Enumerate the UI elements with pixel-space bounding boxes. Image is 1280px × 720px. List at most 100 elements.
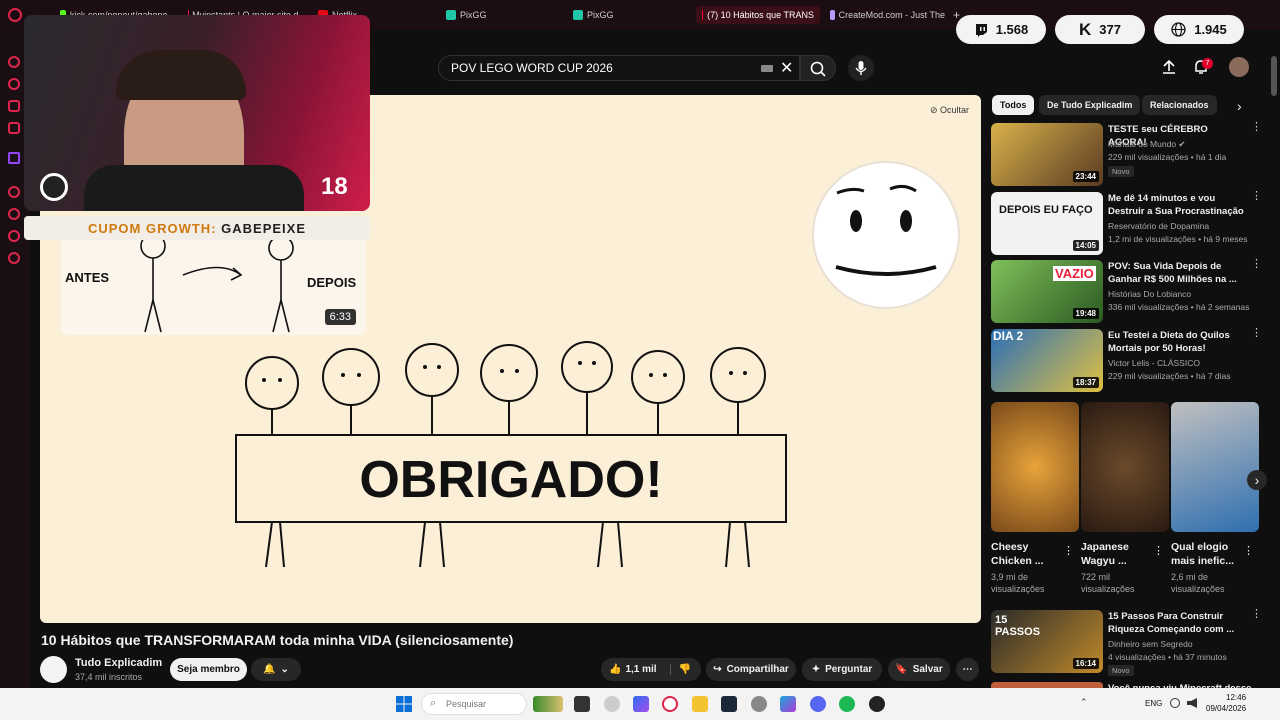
channel-avatar[interactable] bbox=[40, 656, 67, 683]
recommendation-item[interactable]: DEPOIS EU FAÇO 14:05 Me dê 14 minutos e v… bbox=[991, 191, 1262, 256]
task-view-icon[interactable] bbox=[574, 696, 590, 712]
recommendation-title: Eu Testei a Dieta do Quilos Mortais por … bbox=[1108, 330, 1230, 354]
like-button[interactable]: 👍 1,1 mil bbox=[609, 664, 657, 675]
tab-createmod[interactable]: CreateMod.com - Just The bbox=[830, 6, 945, 24]
microphone-icon bbox=[855, 61, 867, 75]
short-thumbnail[interactable] bbox=[991, 402, 1079, 532]
mini-before-label: ANTES bbox=[65, 270, 110, 285]
workspaces-icon[interactable] bbox=[8, 78, 20, 90]
more-vertical-icon[interactable]: ⋮ bbox=[1243, 544, 1254, 557]
system-clock[interactable]: 12:46 09/04/2026 bbox=[1206, 692, 1246, 714]
mini-player-thumbnail[interactable]: ANTES DEPOIS 6:33 bbox=[61, 240, 366, 335]
messenger-icon[interactable] bbox=[8, 100, 20, 112]
more-vertical-icon[interactable]: ⋮ bbox=[1063, 544, 1074, 557]
capcut-icon[interactable] bbox=[780, 696, 796, 712]
new-badge: Novo bbox=[1108, 665, 1134, 676]
upload-icon[interactable] bbox=[1160, 58, 1178, 76]
chips-next-icon[interactable]: › bbox=[1237, 98, 1242, 114]
aria-icon[interactable] bbox=[8, 56, 20, 68]
shorts-next-icon[interactable]: › bbox=[1247, 470, 1267, 490]
channel-name[interactable]: Tudo Explicadim bbox=[75, 657, 162, 669]
steam-icon[interactable] bbox=[721, 696, 737, 712]
globe-icon bbox=[1171, 22, 1186, 37]
clear-search-icon[interactable]: ✕ bbox=[780, 58, 793, 78]
streamer-hair bbox=[116, 50, 246, 100]
instagram-icon[interactable] bbox=[8, 122, 20, 134]
extensions-icon[interactable] bbox=[8, 230, 20, 242]
search-button[interactable] bbox=[800, 55, 836, 81]
chevron-down-icon: ⌄ bbox=[280, 664, 289, 675]
chip-related[interactable]: Relacionados bbox=[1142, 95, 1217, 115]
taskbar-search[interactable]: ⌕ Pesquisar bbox=[421, 693, 527, 715]
recommendation-channel: Manual do Mundo ✔ bbox=[1108, 139, 1186, 149]
obs-icon[interactable] bbox=[869, 696, 885, 712]
app-icon[interactable] bbox=[604, 696, 620, 712]
short-thumbnail[interactable] bbox=[1171, 402, 1259, 532]
discord-icon[interactable] bbox=[810, 696, 826, 712]
recommendation-channel: Victor Lelis - CLÁSSICO bbox=[1108, 358, 1200, 368]
more-vertical-icon[interactable]: ⋮ bbox=[1153, 544, 1164, 557]
more-vertical-icon[interactable]: ⋮ bbox=[1251, 259, 1262, 270]
tab-pixgg-2[interactable]: PixGG bbox=[573, 6, 633, 24]
youtube-icon bbox=[702, 10, 704, 20]
copilot-icon[interactable] bbox=[633, 696, 649, 712]
createmod-icon bbox=[830, 10, 835, 20]
like-dislike-group: 👍 1,1 mil 👎 bbox=[601, 658, 701, 681]
video-thumbnail: VAZIO 19:48 bbox=[991, 260, 1103, 323]
recommendation-item[interactable]: 23:44 TESTE seu CÉREBRO AGORA! Manual do… bbox=[991, 122, 1262, 187]
app-icon[interactable] bbox=[751, 696, 767, 712]
more-vertical-icon[interactable]: ⋮ bbox=[1251, 609, 1262, 620]
more-actions-button[interactable]: ⋯ bbox=[956, 658, 979, 681]
more-vertical-icon[interactable]: ⋮ bbox=[1251, 328, 1262, 339]
join-button[interactable]: Seja membro bbox=[170, 658, 247, 681]
page-scrollbar[interactable] bbox=[1271, 56, 1277, 96]
tab-youtube-active[interactable]: (7) 10 Hábitos que TRANS bbox=[696, 6, 820, 24]
recommendation-title: POV: Sua Vida Depois de Ganhar R$ 500 Mi… bbox=[1108, 261, 1237, 285]
subscribe-bell-dropdown[interactable]: 🔔 ⌄ bbox=[251, 658, 301, 681]
bell-icon: 🔔 bbox=[263, 664, 276, 675]
tab-pixgg-1[interactable]: PixGG bbox=[446, 6, 506, 24]
banner-text: OBRIGADO! bbox=[359, 451, 662, 509]
ask-button[interactable]: ✦ Perguntar bbox=[802, 658, 882, 681]
thumbs-up-icon: 👍 bbox=[609, 664, 622, 675]
user-avatar[interactable] bbox=[1229, 57, 1249, 77]
opera-logo-icon[interactable] bbox=[8, 8, 22, 22]
keyboard-icon[interactable] bbox=[761, 65, 773, 72]
save-button[interactable]: 🔖 Salvar bbox=[888, 658, 950, 681]
age-rating-badge: 18 bbox=[321, 173, 348, 200]
short-title: Qual elogio mais inefic... bbox=[1171, 541, 1235, 567]
recommendation-item[interactable]: 15 PASSOS 16:14 15 Passos Para Construir … bbox=[991, 609, 1262, 676]
opera-gx-icon[interactable] bbox=[662, 696, 678, 712]
recommendation-channel: Dinheiro sem Segredo bbox=[1108, 639, 1193, 649]
wifi-icon[interactable] bbox=[1170, 698, 1180, 708]
voice-search-button[interactable] bbox=[848, 55, 874, 81]
kick-icon: K bbox=[1079, 19, 1092, 39]
short-title: Cheesy Chicken ... bbox=[991, 541, 1044, 567]
recommendation-item[interactable]: VAZIO 19:48 POV: Sua Vida Depois de Ganha… bbox=[991, 259, 1262, 324]
windows-start-icon[interactable] bbox=[396, 696, 412, 712]
player-icon[interactable] bbox=[8, 186, 20, 198]
chip-channel[interactable]: De Tudo Explicadim bbox=[1039, 95, 1141, 115]
chip-all[interactable]: Todos bbox=[992, 95, 1035, 115]
tray-overflow-icon[interactable]: ⌃ bbox=[1080, 697, 1088, 708]
total-viewer-counter: 1.945 bbox=[1154, 15, 1244, 44]
search-input[interactable]: POV LEGO WORD CUP 2026 ✕ bbox=[438, 55, 800, 81]
more-vertical-icon[interactable]: ⋮ bbox=[1251, 191, 1262, 202]
short-views: 2,6 mi de visualizações bbox=[1171, 572, 1225, 594]
twitch-icon[interactable] bbox=[8, 152, 20, 164]
file-explorer-icon[interactable] bbox=[692, 696, 708, 712]
recommendation-views: 1,2 mi de visualizações • há 9 meses bbox=[1108, 234, 1248, 244]
settings-icon[interactable] bbox=[8, 252, 20, 264]
language-indicator[interactable]: ENG bbox=[1145, 699, 1162, 708]
dislike-button[interactable]: 👎 bbox=[669, 664, 691, 675]
twitch-icon bbox=[975, 23, 987, 37]
widget-icon[interactable] bbox=[533, 696, 563, 712]
more-vertical-icon[interactable]: ⋮ bbox=[1251, 122, 1262, 133]
more-horizontal-icon: ⋯ bbox=[962, 664, 973, 675]
recommendation-item[interactable]: DIA 2 18:37 Eu Testei a Dieta do Quilos M… bbox=[991, 328, 1262, 393]
search-icon bbox=[810, 61, 826, 77]
history-icon[interactable] bbox=[8, 208, 20, 220]
short-thumbnail[interactable] bbox=[1081, 402, 1169, 532]
spotify-icon[interactable] bbox=[839, 696, 855, 712]
share-button[interactable]: ↪ Compartilhar bbox=[706, 658, 796, 681]
